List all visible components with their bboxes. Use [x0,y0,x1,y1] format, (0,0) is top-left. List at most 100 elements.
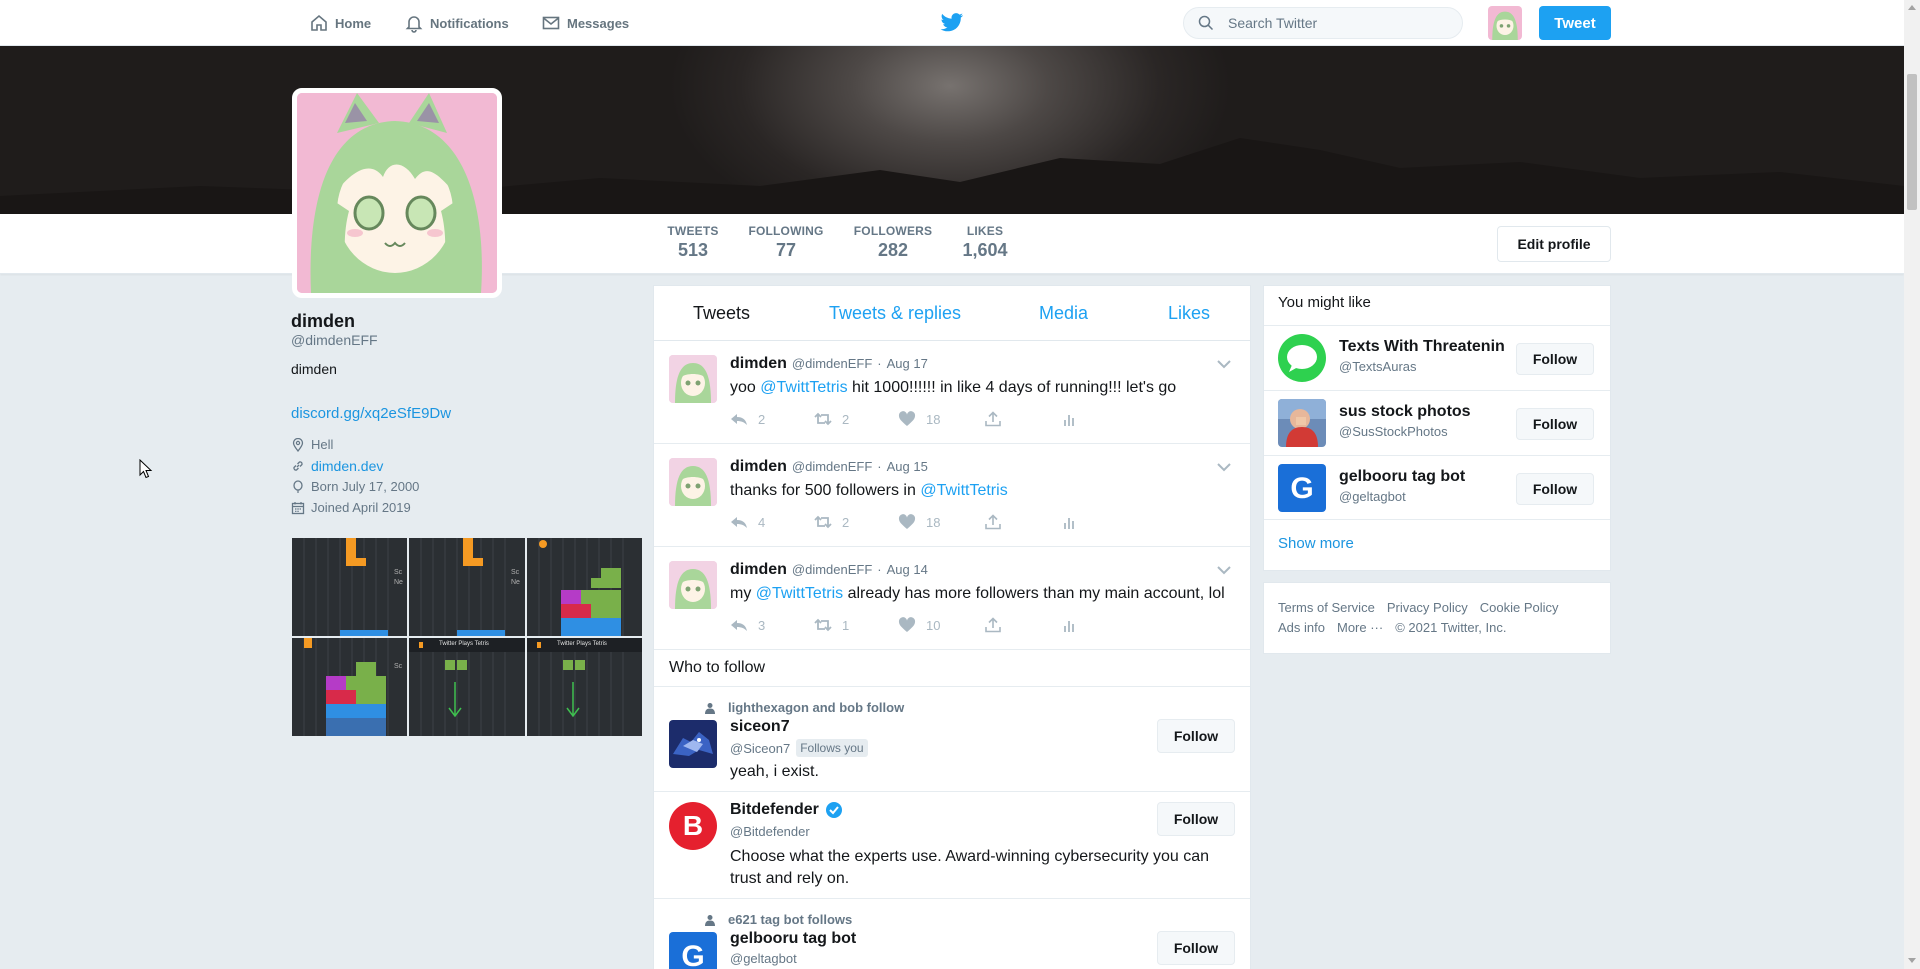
nav-messages[interactable]: Messages [541,0,629,46]
user-handle[interactable]: @Bitdefender [730,824,810,839]
tweet-avatar[interactable] [669,355,717,403]
tweet-mention[interactable]: @TwittTetris [920,482,1007,499]
more-link[interactable]: More ··· [1337,620,1383,635]
follow-button[interactable]: Follow [1157,719,1235,753]
suggested-account[interactable]: Texts With Threatenin @TextsAuras Follow [1264,325,1610,390]
stat-likes[interactable]: LIKES 1,604 [960,224,1010,261]
retweet-action[interactable]: 2 [814,411,849,427]
analytics-action[interactable] [1060,617,1078,633]
like-action[interactable]: 10 [898,617,940,633]
tweet[interactable]: dimden @dimdenEFF · Aug 15 thanks for 50… [654,444,1250,547]
media-thumbnail[interactable] [526,538,642,636]
tweet-date[interactable]: Aug 14 [887,562,928,577]
suggested-account-avatar[interactable]: G [1278,464,1326,512]
reply-action[interactable]: 2 [730,411,765,427]
follow-button[interactable]: Follow [1516,473,1594,505]
suggested-account-handle[interactable]: @SusStockPhotos [1339,424,1448,439]
suggested-account-name[interactable]: Texts With Threatenin [1339,338,1509,356]
tweet-date[interactable]: Aug 15 [887,459,928,474]
suggested-account[interactable]: sus stock photos @SusStockPhotos Follow [1264,390,1610,455]
tweet-author-handle[interactable]: @dimdenEFF [792,562,872,577]
media-thumbnail[interactable]: Sc [292,638,408,736]
user-handle[interactable]: @Siceon7 [730,741,790,756]
profile-avatar[interactable] [292,88,502,298]
who-to-follow-item[interactable]: B Bitdefender @Bitdefender Choose what t… [654,792,1250,899]
suggested-account-name[interactable]: gelbooru tag bot [1339,468,1509,486]
share-action[interactable] [984,514,1002,530]
media-thumbnail[interactable]: Sc Ne [409,538,525,636]
suggested-account-handle[interactable]: @TextsAuras [1339,359,1417,374]
stat-followers[interactable]: FOLLOWERS 282 [852,224,934,261]
analytics-action[interactable] [1060,411,1078,427]
tab-media[interactable]: Media [1039,286,1088,341]
nav-home[interactable]: Home [309,0,371,46]
user-handle[interactable]: @geltagbot [730,951,797,966]
tweet-author-name[interactable]: dimden [730,458,787,476]
retweet-action[interactable]: 2 [814,514,849,530]
scrollbar-thumb[interactable] [1907,74,1917,210]
account-avatar[interactable] [1488,6,1522,40]
nav-notifications[interactable]: Notifications [404,0,509,46]
scroll-down-arrow-icon[interactable] [1908,958,1916,963]
user-avatar[interactable]: B [669,802,717,850]
user-name[interactable]: gelbooru tag bot [730,930,856,948]
privacy-link[interactable]: Privacy Policy [1387,600,1468,615]
suggested-account[interactable]: G gelbooru tag bot @geltagbot Follow [1264,455,1610,520]
tweet-author-handle[interactable]: @dimdenEFF [792,459,872,474]
tweet-author-name[interactable]: dimden [730,561,787,579]
user-avatar[interactable] [669,720,717,768]
reply-action[interactable]: 4 [730,514,765,530]
retweet-action[interactable]: 1 [814,617,849,633]
follow-button[interactable]: Follow [1516,408,1594,440]
show-more-link[interactable]: Show more [1278,535,1354,552]
media-thumbnail[interactable]: Twitter Plays Tetris [526,638,642,736]
user-name[interactable]: Bitdefender [730,801,819,819]
media-thumbnail[interactable]: Twitter Plays Tetris [409,638,525,736]
tweet-author-name[interactable]: dimden [730,355,787,373]
like-action[interactable]: 18 [898,411,940,427]
media-thumbnail[interactable]: Sc Ne [292,538,408,636]
who-to-follow-item[interactable]: lighthexagon and bob follow siceon7 @Sic… [654,687,1250,792]
profile-website-link[interactable]: dimden.dev [311,458,383,474]
tweet-button[interactable]: Tweet [1539,6,1611,40]
like-action[interactable]: 18 [898,514,940,530]
edit-profile-button[interactable]: Edit profile [1497,226,1611,262]
suggested-account-avatar[interactable] [1278,399,1326,447]
analytics-action[interactable] [1060,514,1078,530]
terms-link[interactable]: Terms of Service [1278,600,1375,615]
cookie-link[interactable]: Cookie Policy [1480,600,1559,615]
reply-action[interactable]: 3 [730,617,765,633]
tab-tweets[interactable]: Tweets [693,286,750,341]
tab-tweets-replies[interactable]: Tweets & replies [829,286,961,341]
share-action[interactable] [984,411,1002,427]
search-input[interactable] [1228,15,1438,31]
chevron-down-icon[interactable] [1216,359,1232,369]
who-to-follow-item[interactable]: e621 tag bot follows G gelbooru tag bot … [654,899,1250,969]
tweet-author-handle[interactable]: @dimdenEFF [792,356,872,371]
ads-info-link[interactable]: Ads info [1278,620,1325,635]
twitter-bird-icon[interactable] [940,12,964,34]
suggested-account-name[interactable]: sus stock photos [1339,403,1509,421]
tweet-date[interactable]: Aug 17 [887,356,928,371]
tab-likes[interactable]: Likes [1168,286,1210,341]
suggested-account-avatar[interactable] [1278,334,1326,382]
stat-tweets[interactable]: TWEETS 513 [665,224,721,261]
user-name[interactable]: siceon7 [730,718,790,736]
tweet-avatar[interactable] [669,561,717,609]
user-avatar[interactable]: G [669,932,717,969]
scroll-up-arrow-icon[interactable] [1908,5,1916,10]
tweet[interactable]: dimden @dimdenEFF · Aug 17 yoo @TwittTet… [654,341,1250,444]
stat-following[interactable]: FOLLOWING 77 [747,224,825,261]
follow-button[interactable]: Follow [1516,343,1594,375]
tweet-mention[interactable]: @TwittTetris [760,379,847,396]
share-action[interactable] [984,617,1002,633]
search-box[interactable] [1183,7,1463,39]
chevron-down-icon[interactable] [1216,565,1232,575]
suggested-account-handle[interactable]: @geltagbot [1339,489,1406,504]
tweet-avatar[interactable] [669,458,717,506]
follow-button[interactable]: Follow [1157,802,1235,836]
tweet[interactable]: dimden @dimdenEFF · Aug 14 my @TwittTetr… [654,547,1250,650]
bio-link[interactable]: discord.gg/xq2eSfE9Dw [291,405,451,422]
tweet-mention[interactable]: @TwittTetris [756,585,843,602]
chevron-down-icon[interactable] [1216,462,1232,472]
